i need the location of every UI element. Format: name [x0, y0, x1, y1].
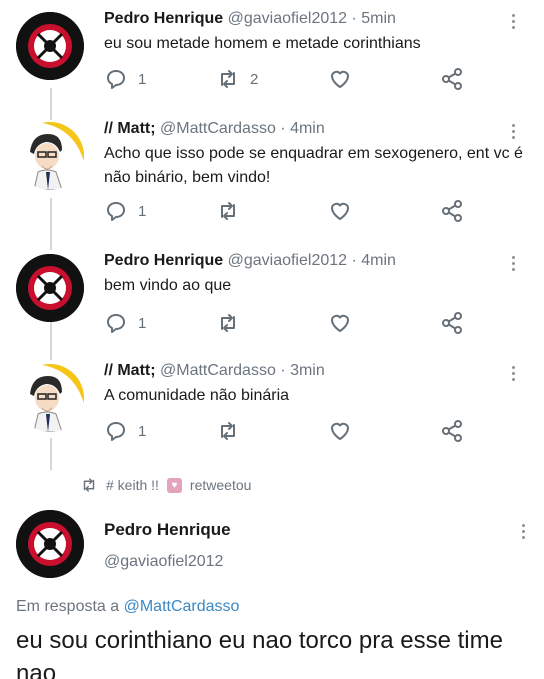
- like-button[interactable]: [328, 418, 362, 444]
- display-name[interactable]: Pedro Henrique: [104, 252, 223, 269]
- share-button[interactable]: [440, 198, 464, 224]
- mention-link[interactable]: @MattCardasso: [124, 598, 240, 615]
- reply-button[interactable]: 1: [104, 198, 146, 224]
- tweet-actions: 1 2: [104, 66, 484, 92]
- tweet-text: bem vindo ao que: [104, 277, 232, 294]
- reply-button[interactable]: 1: [104, 310, 146, 336]
- heart-icon: [331, 70, 349, 88]
- reply-count: 1: [138, 202, 147, 220]
- corinthians-crest-icon: [16, 510, 84, 578]
- retweeter-name[interactable]: # keith !!: [106, 477, 159, 493]
- like-button[interactable]: [328, 310, 362, 336]
- user-handle[interactable]: @MattCardasso: [160, 120, 276, 137]
- more-options-icon[interactable]: [506, 252, 520, 274]
- like-button[interactable]: [328, 198, 362, 224]
- avatar[interactable]: [16, 122, 84, 190]
- avatar[interactable]: [16, 510, 84, 578]
- tweet-text: Acho que isso pode se enquadrar em sexog…: [104, 145, 523, 186]
- tweet[interactable]: // Matt; @MattCardasso · 3min A comunida…: [0, 352, 544, 462]
- reply-count: 1: [138, 422, 147, 440]
- reply-count: 1: [138, 314, 147, 332]
- avatar[interactable]: [16, 12, 84, 80]
- tweet-actions: 1: [104, 310, 484, 336]
- pink-emoji-icon: ♥: [166, 477, 182, 493]
- retweet-icon: [221, 70, 235, 88]
- share-icon: [442, 200, 462, 222]
- display-name[interactable]: // Matt;: [104, 120, 156, 137]
- separator-dot: ·: [280, 120, 286, 137]
- corinthians-crest-icon: [16, 254, 84, 322]
- more-options-icon[interactable]: [506, 10, 520, 32]
- display-name[interactable]: // Matt;: [104, 362, 156, 379]
- retweet-icon: [83, 478, 95, 492]
- share-icon: [442, 420, 462, 442]
- reply-icon: [107, 314, 125, 333]
- reply-prefix: Em resposta a: [16, 598, 120, 615]
- tweet[interactable]: Pedro Henrique @gaviaofiel2012 · 5min eu…: [0, 0, 544, 110]
- retweet-button[interactable]: [216, 418, 250, 444]
- more-options-icon[interactable]: [516, 520, 530, 542]
- tweet[interactable]: // Matt; @MattCardasso · 4min Acho que i…: [0, 110, 544, 230]
- anime-character-avatar-icon: [16, 122, 84, 190]
- user-handle[interactable]: @gaviaofiel2012: [228, 10, 347, 27]
- retweet-button[interactable]: 2: [216, 66, 258, 92]
- anime-character-avatar-icon: [16, 364, 84, 432]
- more-options-icon[interactable]: [506, 362, 520, 384]
- timestamp[interactable]: 5min: [361, 10, 396, 27]
- timestamp[interactable]: 4min: [290, 120, 325, 137]
- heart-icon: [331, 202, 349, 220]
- timestamp[interactable]: 4min: [361, 252, 396, 269]
- like-button[interactable]: [328, 66, 362, 92]
- tweet-actions: 1: [104, 418, 484, 444]
- share-button[interactable]: [440, 418, 464, 444]
- retweet-banner[interactable]: # keith !! ♥ retweetou: [80, 474, 251, 496]
- heart-icon: [331, 314, 349, 332]
- display-name[interactable]: Pedro Henrique: [104, 10, 223, 27]
- retweet-icon: [221, 314, 235, 332]
- reply-context: Em resposta a @MattCardasso: [16, 598, 239, 616]
- tweet-text: eu sou corinthiano eu nao torco pra esse…: [16, 627, 503, 679]
- reply-icon: [107, 70, 125, 89]
- retweet-button[interactable]: [216, 310, 250, 336]
- user-handle[interactable]: @gaviaofiel2012: [228, 252, 347, 269]
- reply-button[interactable]: 1: [104, 418, 146, 444]
- share-icon: [442, 312, 462, 334]
- share-button[interactable]: [440, 310, 464, 336]
- user-handle[interactable]: @gaviaofiel2012: [104, 553, 223, 571]
- retweet-count: 2: [250, 70, 259, 88]
- reply-count: 1: [138, 70, 147, 88]
- timestamp[interactable]: 3min: [290, 362, 325, 379]
- separator-dot: ·: [280, 362, 286, 379]
- separator-dot: ·: [351, 252, 357, 269]
- retweet-button[interactable]: [216, 198, 250, 224]
- separator-dot: ·: [351, 10, 357, 27]
- user-handle[interactable]: @MattCardasso: [160, 362, 276, 379]
- display-name[interactable]: Pedro Henrique: [104, 520, 231, 540]
- heart-icon: [331, 422, 349, 440]
- tweet-actions: 1: [104, 198, 484, 224]
- tweet-text: A comunidade não binária: [104, 387, 290, 404]
- corinthians-crest-icon: [16, 12, 84, 80]
- retweet-icon: [221, 202, 235, 220]
- more-options-icon[interactable]: [506, 120, 520, 142]
- share-icon: [442, 68, 462, 90]
- retweet-action-label: retweetou: [189, 477, 252, 493]
- tweet-text: eu sou metade homem e metade corinthians: [104, 35, 421, 52]
- reply-icon: [107, 202, 125, 221]
- avatar[interactable]: [16, 254, 84, 322]
- reply-icon: [107, 422, 125, 441]
- retweet-icon: [221, 422, 235, 440]
- reply-button[interactable]: 1: [104, 66, 146, 92]
- tweet[interactable]: Pedro Henrique @gaviaofiel2012 · 4min be…: [0, 242, 544, 352]
- avatar[interactable]: [16, 364, 84, 432]
- share-button[interactable]: [440, 66, 464, 92]
